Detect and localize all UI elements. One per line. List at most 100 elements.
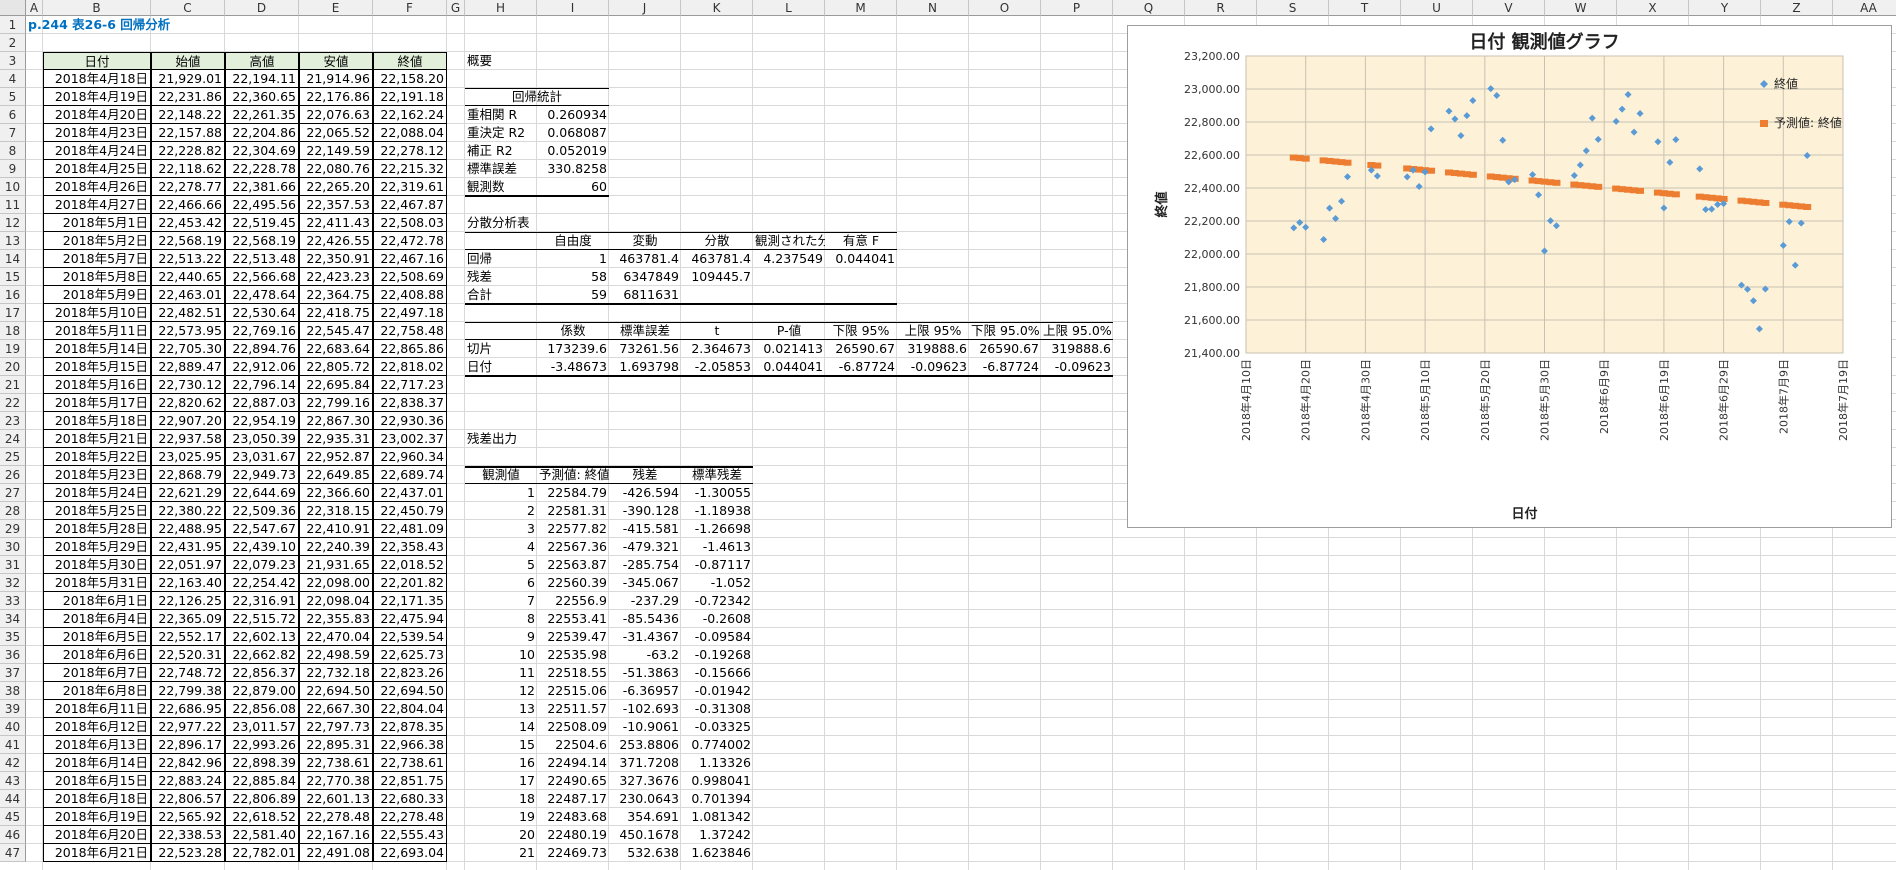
residual-cell[interactable]: 12 — [465, 682, 537, 700]
column-header[interactable]: A — [26, 0, 43, 16]
row-header[interactable]: 21 — [0, 376, 26, 394]
reg-stat-label[interactable]: 重相関 R — [465, 106, 537, 124]
table-cell[interactable]: 22,357.53 — [299, 196, 373, 214]
residual-cell[interactable]: 1.623846 — [681, 844, 753, 862]
reg-stats-header[interactable]: 回帰統計 — [465, 88, 609, 106]
table-cell[interactable]: 23,050.39 — [225, 430, 299, 448]
table-cell[interactable]: 22,381.66 — [225, 178, 299, 196]
table-cell[interactable]: 22,466.66 — [151, 196, 225, 214]
residual-cell[interactable]: 21 — [465, 844, 537, 862]
row-header[interactable]: 11 — [0, 196, 26, 214]
table-cell[interactable]: 22,644.69 — [225, 484, 299, 502]
table-cell[interactable]: 22,431.95 — [151, 538, 225, 556]
table-cell[interactable]: 2018年6月18日 — [43, 790, 151, 808]
anova-header[interactable]: 変動 — [609, 232, 681, 250]
table-cell[interactable]: 22,954.19 — [225, 412, 299, 430]
table-cell[interactable]: 22,228.78 — [225, 160, 299, 178]
residual-cell[interactable]: 532.638 — [609, 844, 681, 862]
table-cell[interactable]: 22,545.47 — [299, 322, 373, 340]
residual-cell[interactable]: 22508.09 — [537, 718, 609, 736]
table-cell[interactable]: 22,470.04 — [299, 628, 373, 646]
anova-cell[interactable]: 59 — [537, 286, 609, 304]
table-cell[interactable]: 22,162.24 — [373, 106, 447, 124]
residual-cell[interactable]: -1.18938 — [681, 502, 753, 520]
table-cell[interactable]: 22,977.22 — [151, 718, 225, 736]
residual-cell[interactable]: 327.3676 — [609, 772, 681, 790]
table-cell[interactable]: 22,565.92 — [151, 808, 225, 826]
table-cell[interactable]: 2018年5月24日 — [43, 484, 151, 502]
table-cell[interactable]: 2018年4月26日 — [43, 178, 151, 196]
table-cell[interactable]: 22,694.50 — [373, 682, 447, 700]
row-header[interactable]: 37 — [0, 664, 26, 682]
table-cell[interactable]: 2018年6月14日 — [43, 754, 151, 772]
residual-cell[interactable]: 0.998041 — [681, 772, 753, 790]
sheet-title[interactable]: p.244 表26-6 回帰分析 — [26, 16, 225, 34]
table-cell[interactable]: 22,568.19 — [225, 232, 299, 250]
table-cell[interactable]: 22,423.23 — [299, 268, 373, 286]
residual-cell[interactable]: -1.4613 — [681, 538, 753, 556]
table-cell[interactable]: 22,240.39 — [299, 538, 373, 556]
reg-stat-value[interactable]: 0.052019 — [537, 142, 609, 160]
row-header[interactable]: 6 — [0, 106, 26, 124]
residual-cell[interactable]: 6 — [465, 574, 537, 592]
row-header[interactable]: 12 — [0, 214, 26, 232]
residual-cell[interactable]: 1.37242 — [681, 826, 753, 844]
reg-stat-value[interactable]: 0.068087 — [537, 124, 609, 142]
coef-cell[interactable]: 73261.56 — [609, 340, 681, 358]
residual-cell[interactable]: -285.754 — [609, 556, 681, 574]
table-cell[interactable]: 22,158.20 — [373, 70, 447, 88]
residual-cell[interactable]: -479.321 — [609, 538, 681, 556]
table-cell[interactable]: 2018年4月20日 — [43, 106, 151, 124]
table-cell[interactable]: 2018年4月24日 — [43, 142, 151, 160]
column-header[interactable]: K — [681, 0, 753, 16]
table-cell[interactable]: 22,380.22 — [151, 502, 225, 520]
row-header[interactable]: 32 — [0, 574, 26, 592]
table-cell[interactable]: 22,450.79 — [373, 502, 447, 520]
table-cell[interactable]: 22,118.62 — [151, 160, 225, 178]
table-cell[interactable]: 2018年5月15日 — [43, 358, 151, 376]
residual-cell[interactable]: 7 — [465, 592, 537, 610]
residual-cell[interactable]: 11 — [465, 664, 537, 682]
column-header[interactable]: W — [1545, 0, 1617, 16]
table-header[interactable]: 高値 — [225, 52, 299, 70]
row-header[interactable]: 5 — [0, 88, 26, 106]
table-cell[interactable]: 22,738.61 — [373, 754, 447, 772]
table-cell[interactable]: 2018年5月8日 — [43, 268, 151, 286]
table-cell[interactable]: 22,993.26 — [225, 736, 299, 754]
anova-cell[interactable]: 109445.7 — [681, 268, 753, 286]
table-cell[interactable]: 22,896.17 — [151, 736, 225, 754]
anova-header[interactable]: 観測された分散比 — [753, 232, 825, 250]
residual-header[interactable]: 標準残差 — [681, 466, 753, 484]
table-cell[interactable]: 22,508.03 — [373, 214, 447, 232]
residual-cell[interactable]: 22494.14 — [537, 754, 609, 772]
table-cell[interactable]: 22,411.43 — [299, 214, 373, 232]
anova-cell[interactable]: 1 — [537, 250, 609, 268]
table-header[interactable]: 日付 — [43, 52, 151, 70]
residual-cell[interactable]: 22560.39 — [537, 574, 609, 592]
table-cell[interactable]: 22,018.52 — [373, 556, 447, 574]
row-header[interactable]: 7 — [0, 124, 26, 142]
table-cell[interactable]: 22,818.02 — [373, 358, 447, 376]
column-header[interactable]: J — [609, 0, 681, 16]
table-cell[interactable]: 2018年6月20日 — [43, 826, 151, 844]
table-cell[interactable]: 22,799.16 — [299, 394, 373, 412]
coef-header[interactable]: 上限 95% — [897, 322, 969, 340]
residual-cell[interactable]: -0.19268 — [681, 646, 753, 664]
residual-cell[interactable]: 22504.6 — [537, 736, 609, 754]
residual-cell[interactable]: 0.774002 — [681, 736, 753, 754]
table-cell[interactable]: 22,278.48 — [299, 808, 373, 826]
row-header[interactable]: 4 — [0, 70, 26, 88]
residual-cell[interactable]: -10.9061 — [609, 718, 681, 736]
row-header[interactable]: 14 — [0, 250, 26, 268]
table-cell[interactable]: 22,602.13 — [225, 628, 299, 646]
table-cell[interactable]: 22,878.35 — [373, 718, 447, 736]
table-cell[interactable]: 22,408.88 — [373, 286, 447, 304]
residual-cell[interactable]: -0.09584 — [681, 628, 753, 646]
coef-cell[interactable]: 26590.67 — [969, 340, 1041, 358]
table-cell[interactable]: 22,683.64 — [299, 340, 373, 358]
table-cell[interactable]: 2018年5月28日 — [43, 520, 151, 538]
table-cell[interactable]: 2018年5月9日 — [43, 286, 151, 304]
table-cell[interactable]: 2018年6月11日 — [43, 700, 151, 718]
table-cell[interactable]: 22,748.72 — [151, 664, 225, 682]
select-all-corner[interactable] — [0, 0, 26, 16]
